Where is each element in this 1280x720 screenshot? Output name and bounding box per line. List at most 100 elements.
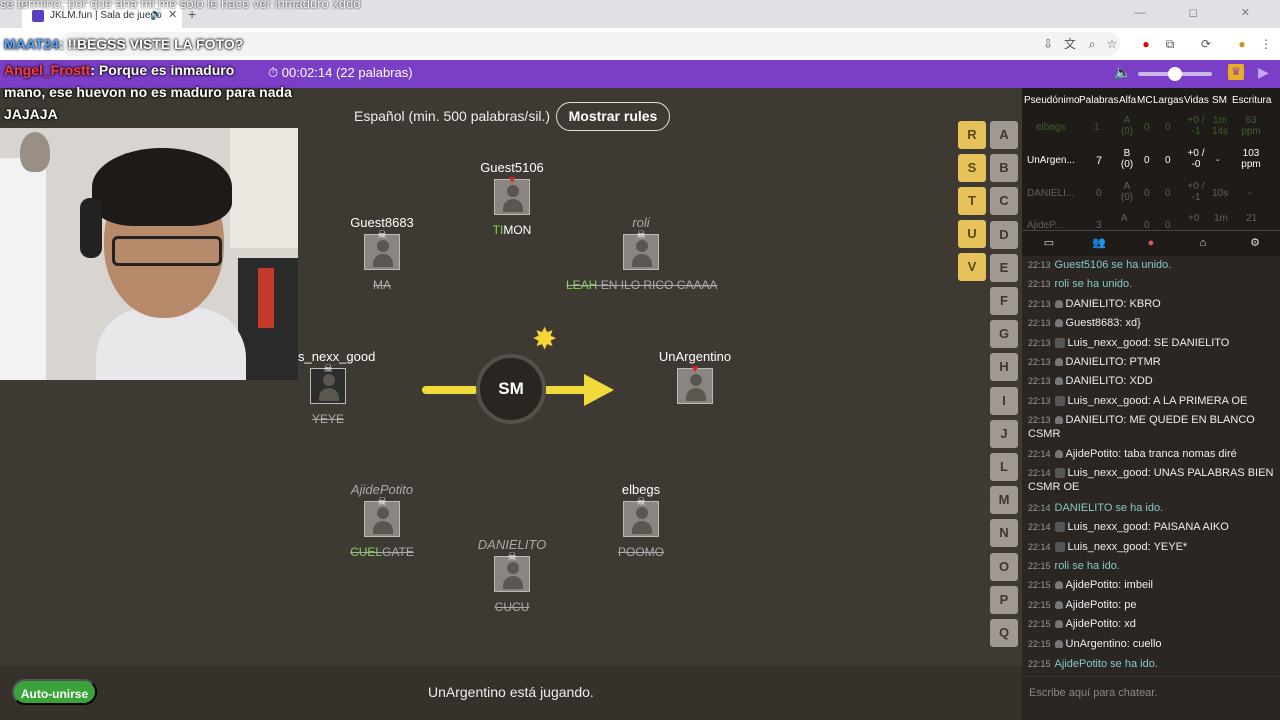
volume-icon[interactable]: 🔈 [1114,64,1131,81]
player-avatar: ☠ [364,229,400,270]
chat-tab-icon[interactable]: ▭ [1042,236,1056,250]
player-avatar: ☠ [310,363,346,404]
settings-tab-icon[interactable]: ⚙ [1248,236,1262,250]
turn-arrow-head [584,374,614,406]
bookmark-star-icon[interactable]: ☆ [1104,36,1120,52]
language-label: Español (min. 500 palabras/sil.) [354,108,551,124]
chat-username[interactable]: Guest8683 [1066,317,1120,329]
chat-message: 22:14 Luis_nexx_good: YEYE* [1028,541,1188,553]
chat-input[interactable]: Escribe aquí para chatear. [1022,676,1280,706]
col-header[interactable]: Escritura [1232,95,1271,106]
opera-icon[interactable]: ● [1138,36,1154,52]
col-header[interactable]: Pseudónimo [1024,95,1080,106]
zoom-icon[interactable]: ⌕ [1084,36,1100,52]
col-header[interactable]: Alfa [1119,95,1136,106]
col-header[interactable]: Largas [1153,95,1184,106]
chat-username[interactable]: Luis_nexx_good [1068,337,1148,349]
letter-tile: O [990,552,1018,581]
menu-icon[interactable]: ⋮ [1258,36,1274,52]
game-status: UnArgentino está jugando. [428,684,594,700]
table-row: AjideP... 3 A 0 0 +0 1m 21 [1027,213,1258,230]
players-tab-icon[interactable]: 👥 [1092,236,1106,250]
player-avatar: ☠ [364,496,400,537]
chat-message: 22:13 Guest8683: xd} [1028,317,1141,329]
player-seat: elbegs ☠ POOMO [566,482,716,559]
col-header[interactable]: Palabras [1079,95,1118,106]
chat-message: 22:13 Luis_nexx_good: A LA PRIMERA OE [1028,395,1248,407]
chat-username[interactable]: UnArgentino [1066,638,1127,650]
user-avatar-icon [1054,601,1063,610]
col-header[interactable]: MC [1137,95,1153,106]
chat-username[interactable]: AjidePotito [1066,448,1119,460]
crown-icon[interactable]: ♛ [1228,64,1244,80]
side-tabs: ▭ 👥 ● ⌂ ⚙ [1022,230,1280,256]
chat-message: 22:14 Luis_nexx_good: PAISANA AIKO [1028,521,1229,533]
profile-avatar[interactable]: ● [1234,36,1250,52]
chat-message: 22:13 DANIELITO: KBRO [1028,298,1161,310]
tab-title: JKLM.fun | Sala de juego [50,10,162,21]
chat-username[interactable]: DANIELITO [1066,298,1124,310]
player-seat: Guest5106 ♥ TIMON [437,160,587,237]
chat-message: 22:15 AjidePotito: pe [1028,599,1137,611]
player-word: LEAH EN ILO RICO CAAAA [566,278,718,292]
show-rules-button[interactable]: Mostrar rules [556,102,670,131]
player-seat: Guest8683 ☠ MA [307,215,457,292]
chat-username[interactable]: Luis_nexx_good [1068,467,1148,479]
scoreboard: Pseudónimo Palabras Alfa MC Largas Vidas… [1022,88,1280,230]
install-icon[interactable]: ⇩ [1040,36,1056,52]
col-header[interactable]: SM [1212,95,1227,106]
chat-username[interactable]: Luis_nexx_good [1068,521,1148,533]
player-word: TIMON [492,223,532,237]
translate-icon[interactable]: 文 [1062,36,1078,52]
overlay-chat-line: Angel_Frostt: Porque es inmaduro [4,62,235,78]
letter-tile: B [990,154,1018,183]
user-avatar-icon [1054,640,1063,649]
chat-username[interactable]: DANIELITO [1066,414,1124,426]
player-seat: roli ☠ LEAH EN ILO RICO CAAAA [566,215,718,292]
player-word: MA [373,278,391,292]
player-avatar: ♥ [677,363,713,404]
letter-tile-used: U [958,220,986,248]
chat-username[interactable]: AjidePotito [1066,599,1119,611]
extensions-icon[interactable]: ⧉ [1162,36,1178,52]
chat-system-message: 22:15 AjidePotito se ha ido. [1028,658,1158,670]
window-controls[interactable]: — ◻ ✕ [1135,6,1270,19]
spark-icon: ✸ [532,323,558,356]
chat-message: 22:14 AjidePotito: taba tranca nomas diré [1028,448,1237,460]
play-icon[interactable]: ▶ [1258,64,1269,81]
user-avatar-icon [1054,358,1063,367]
bomb-syllable: SM [476,354,546,424]
letter-tile: L [990,453,1018,481]
chat-system-message: 22:15 roli se ha ido. [1028,560,1120,572]
chat-username[interactable]: DANIELITO [1066,375,1124,387]
chat-username[interactable]: AjidePotito [1066,579,1119,591]
volume-slider-knob[interactable] [1168,67,1182,81]
user-avatar-icon [1054,450,1063,459]
letter-tile-used: S [958,154,986,182]
player-avatar: ☠ [623,229,659,270]
letter-tile: J [990,419,1018,448]
player-name: AjidePotito [350,482,414,497]
skull-icon: ☠ [377,496,387,508]
skull-icon: ☠ [636,229,646,241]
user-avatar-icon [1054,377,1063,386]
turn-arrow-shaft [546,386,588,394]
player-avatar: ♥ [494,174,530,215]
chat-username[interactable]: AjidePotito [1066,618,1119,630]
user-avatar-icon [1054,396,1065,407]
overlay-chat-faded: se termino, por que ana mi me solo le ha… [0,0,361,11]
user-avatar-icon [1054,468,1065,479]
auto-join-button[interactable]: Auto-unirse [12,679,97,705]
player-name: roli [632,215,650,230]
letter-tile-used: R [958,121,986,149]
sync-icon[interactable]: ⟳ [1198,36,1214,52]
turn-arrow-tail [422,386,478,394]
bomb-tab-icon[interactable]: ● [1144,236,1158,250]
chat-username[interactable]: Luis_nexx_good [1068,395,1148,407]
home-tab-icon[interactable]: ⌂ [1196,236,1210,250]
player-name: elbegs [621,482,661,497]
player-word: CUCU [494,600,530,614]
col-header[interactable]: Vidas [1184,95,1209,106]
chat-username[interactable]: DANIELITO [1066,356,1124,368]
chat-username[interactable]: Luis_nexx_good [1068,541,1148,553]
